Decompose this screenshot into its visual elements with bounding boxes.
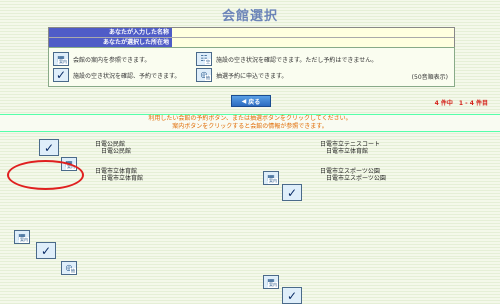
guide-icon[interactable]: ▦案内 (14, 230, 30, 244)
lottery-icon[interactable]: ◎ 抽 (61, 261, 77, 275)
notice-line1: 利用したい会館の予約ボタン、または抽選ボタンをクリックしてください。 (148, 115, 352, 122)
guide-icon[interactable]: ▦案内 (263, 275, 279, 289)
reserve-check-icon: ✓ (53, 68, 69, 82)
search-criteria-table: あなたが入力した名称 あなたが選択した所在地 (48, 27, 455, 48)
name-value (172, 28, 454, 37)
legend-availability-text: 施設の空き状況を確認できます。ただし予約はできません。 (216, 56, 378, 64)
reserve-button-hall-3[interactable]: ✓ (36, 242, 56, 259)
legend-lottery: ◎ 抽 抽選予約に申込できます。 (196, 68, 287, 82)
hall-subname: 日電市立体育館 (101, 175, 144, 182)
lottery-icon: ◎ 抽 (196, 68, 212, 82)
legend-lottery-text: 抽選予約に申込できます。 (216, 72, 288, 80)
back-arrow-icon: ◀ (241, 97, 247, 105)
legend-reserve: ✓ 施設の空き状況を確認、予約できます。 (53, 68, 180, 82)
location-row: あなたが選択した所在地 (49, 38, 454, 47)
highlight-circle (7, 160, 84, 190)
guide-icon: ▦案内 (53, 52, 69, 66)
hall-name: 日電市立スポーツ公園 (320, 168, 380, 175)
location-label: あなたが選択した所在地 (49, 38, 172, 47)
legend-guide-text: 会館の案内を参照できます。 (73, 56, 151, 64)
legend-guide: ▦案内 会館の案内を参照できます。 (53, 52, 150, 66)
hall-name: 日電市立体育館 (95, 168, 138, 175)
legend-reserve-text: 施設の空き状況を確認、予約できます。 (73, 72, 181, 80)
back-button-label: 戻る (248, 98, 261, 106)
page-title: 会館選択 (221, 9, 278, 24)
hall-name: 日電公民館 (95, 141, 126, 148)
reserve-button-hall-2[interactable]: ✓ (282, 184, 302, 201)
icon-legend: ▦案内 会館の案内を参照できます。 ☷空 施設の空き状況を確認できます。ただし予… (48, 47, 455, 87)
calendar-view-icon: ☷ 空 (196, 52, 212, 66)
back-button[interactable]: ◀ 戻る (231, 95, 271, 107)
notice-line2: 案内ボタンをクリックすると会館の情報が参照できます。 (172, 123, 328, 130)
hall-subname: 日電市立体育館 (326, 148, 369, 155)
location-value (172, 38, 454, 47)
instruction-notice: 利用したい会館の予約ボタン、または抽選ボタンをクリックしてください。 案内ボタン… (0, 114, 500, 132)
legend-availability: ☷ 空 施設の空き状況を確認できます。ただし予約はできません。 (196, 52, 377, 66)
reserve-button-hall-1[interactable]: ✓ (39, 139, 59, 156)
name-row: あなたが入力した名称 (49, 28, 454, 38)
hall-subname: 日電市立スポーツ公園 (326, 175, 386, 182)
result-count: 4 件中 1 - 4 件目 (434, 100, 488, 107)
hall-subname: 日電公民館 (101, 148, 132, 155)
guide-icon[interactable]: ▦案内 (263, 171, 279, 185)
sort-note: (50音順表示) (411, 74, 448, 81)
name-label: あなたが入力した名称 (49, 28, 172, 37)
reserve-button-hall-4[interactable]: ✓ (282, 287, 302, 304)
hall-name: 日電市立テニスコート (320, 141, 381, 148)
